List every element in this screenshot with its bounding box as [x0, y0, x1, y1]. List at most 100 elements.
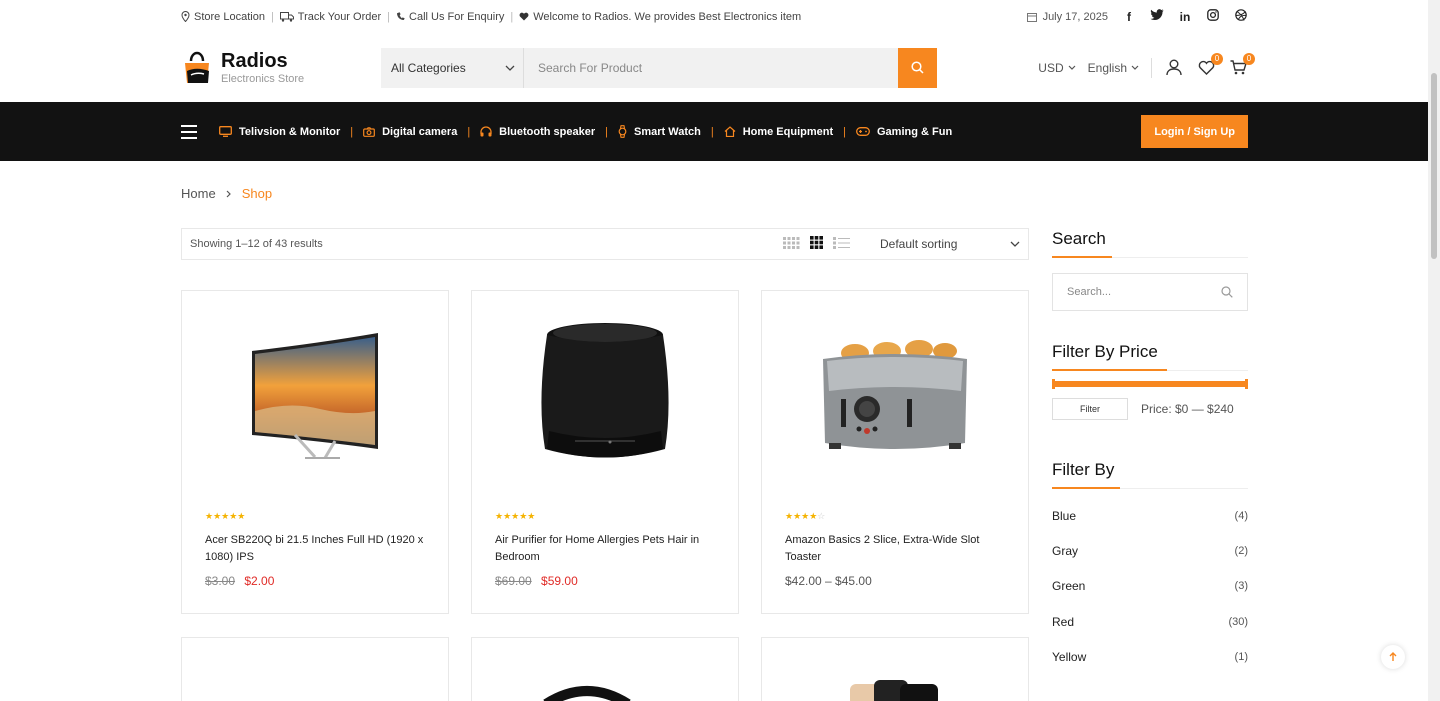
- store-location-label: Store Location: [194, 10, 265, 23]
- call-us-label: Call Us For Enquiry: [409, 10, 505, 23]
- filter-item-gray[interactable]: Gray (2): [1052, 533, 1248, 568]
- call-us-link[interactable]: Call Us For Enquiry: [396, 11, 504, 23]
- logo[interactable]: Radios Electronics Store: [181, 51, 381, 85]
- currency-value: USD: [1038, 60, 1064, 75]
- map-pin-icon: [181, 11, 190, 22]
- nav-item-label: Gaming & Fun: [877, 125, 953, 138]
- nav-item-television[interactable]: Telivsion & Monitor: [219, 126, 340, 138]
- product-title[interactable]: Amazon Basics 2 Slice, Extra-Wide Slot T…: [785, 532, 1005, 566]
- instagram-icon[interactable]: [1206, 9, 1220, 24]
- filter-item-blue[interactable]: Blue (4): [1052, 498, 1248, 533]
- sidebar-search-input[interactable]: Search...: [1052, 273, 1248, 311]
- price-range-slider[interactable]: [1052, 379, 1248, 389]
- filter-name: Green: [1052, 579, 1086, 594]
- product-search-bar: All Categories: [381, 47, 937, 88]
- heart-icon: [519, 12, 529, 21]
- product-title[interactable]: Acer SB220Q bi 21.5 Inches Full HD (1920…: [205, 532, 425, 566]
- category-select[interactable]: All Categories: [381, 47, 524, 88]
- headphones-icon: [480, 126, 492, 137]
- price-filter-title: Filter By Price: [1052, 342, 1248, 371]
- linkedin-icon[interactable]: in: [1178, 10, 1192, 24]
- language-value: English: [1087, 60, 1127, 75]
- nav-item-label: Bluetooth speaker: [499, 125, 596, 138]
- header: Radios Electronics Store All Categories …: [181, 33, 1255, 102]
- old-price: $69.00: [495, 574, 532, 588]
- nav-item-bluetooth-speaker[interactable]: Bluetooth speaker: [480, 126, 595, 138]
- account-button[interactable]: [1164, 58, 1184, 78]
- chevron-right-icon: [226, 190, 231, 197]
- product-search-input[interactable]: [524, 47, 898, 88]
- filter-item-green[interactable]: Green (3): [1052, 569, 1248, 604]
- camera-icon: [363, 126, 376, 137]
- nav-item-digital-camera[interactable]: Digital camera: [363, 126, 457, 138]
- filter-name: Blue: [1052, 508, 1077, 523]
- product-card[interactable]: ★★★★★ Air Purifier for Home Allergies Pe…: [471, 290, 739, 614]
- product-card[interactable]: [181, 637, 449, 701]
- login-signup-button[interactable]: Login / Sign Up: [1141, 115, 1248, 148]
- filter-name: Red: [1052, 614, 1075, 629]
- category-select-value: All Categories: [391, 60, 466, 75]
- logo-subtitle: Electronics Store: [221, 72, 305, 85]
- nav-item-label: Home Equipment: [742, 125, 834, 138]
- product-image-toaster[interactable]: [762, 291, 1028, 501]
- grid-3-view-icon[interactable]: [810, 236, 823, 252]
- shop-toolbar: Showing 1–12 of 43 results Default sorti…: [181, 228, 1029, 260]
- nav-item-label: Telivsion & Monitor: [239, 125, 341, 138]
- welcome-message: Welcome to Radios. We provides Best Elec…: [519, 11, 801, 23]
- list-view-icon[interactable]: [833, 236, 850, 252]
- wishlist-button[interactable]: 0: [1196, 52, 1223, 78]
- date-display: July 17, 2025: [1026, 11, 1108, 23]
- social-links: f in: [1122, 9, 1248, 24]
- filter-by-title: Filter By: [1052, 460, 1248, 489]
- rating-stars: ★★★★☆: [785, 511, 826, 521]
- store-location-link[interactable]: Store Location: [181, 11, 265, 23]
- product-card[interactable]: [471, 637, 739, 701]
- chevron-down-icon: [505, 65, 515, 71]
- nav-item-home-equipment[interactable]: Home Equipment: [724, 126, 833, 138]
- track-order-label: Track Your Order: [297, 10, 382, 23]
- divider: [1151, 57, 1152, 78]
- product-price: $42.00 – $45.00: [785, 574, 1005, 588]
- nav-item-gaming[interactable]: Gaming & Fun: [856, 126, 952, 138]
- facebook-icon[interactable]: f: [1122, 10, 1136, 24]
- dribbble-icon[interactable]: [1234, 9, 1248, 24]
- grid-4-view-icon[interactable]: [783, 236, 800, 252]
- product-card[interactable]: ★★★★☆ Amazon Basics 2 Slice, Extra-Wide …: [761, 290, 1029, 614]
- breadcrumb-current: Shop: [241, 186, 273, 201]
- filter-count: (30): [1228, 615, 1248, 628]
- chevron-down-icon: [1068, 65, 1076, 70]
- filter-button[interactable]: Filter: [1052, 398, 1128, 420]
- top-bar: Store Location | Track Your Order | Call…: [181, 0, 1248, 33]
- language-dropdown[interactable]: English: [1088, 61, 1139, 75]
- nav-item-smart-watch[interactable]: Smart Watch: [618, 125, 701, 138]
- nav-item-label: Digital camera: [382, 125, 458, 138]
- product-title[interactable]: Air Purifier for Home Allergies Pets Hai…: [495, 532, 715, 566]
- logo-bag-icon: [181, 51, 213, 85]
- scrollbar-thumb[interactable]: [1431, 73, 1437, 259]
- search-icon[interactable]: [1221, 286, 1233, 298]
- product-image-tv[interactable]: [182, 291, 448, 501]
- product-image-headphones[interactable]: [542, 684, 632, 701]
- wishlist-count-badge: 0: [1211, 52, 1223, 65]
- track-order-link[interactable]: Track Your Order: [279, 10, 382, 23]
- product-image-phones[interactable]: [848, 678, 943, 701]
- sorting-select[interactable]: Default sorting: [880, 237, 1020, 251]
- product-image-speaker[interactable]: [472, 291, 738, 501]
- product-card[interactable]: ★★★★★ Acer SB220Q bi 21.5 Inches Full HD…: [181, 290, 449, 614]
- back-to-top-button[interactable]: [1381, 645, 1405, 669]
- sidebar-search-widget: Search Search...: [1052, 229, 1248, 311]
- currency-dropdown[interactable]: USD: [1038, 60, 1076, 75]
- twitter-icon[interactable]: [1150, 9, 1164, 24]
- menu-toggle-icon[interactable]: [181, 124, 197, 139]
- search-button[interactable]: [898, 47, 937, 88]
- filter-count: (1): [1234, 650, 1248, 663]
- filter-item-yellow[interactable]: Yellow (1): [1052, 639, 1248, 674]
- page-scrollbar[interactable]: [1428, 0, 1440, 701]
- product-card[interactable]: [761, 637, 1029, 701]
- breadcrumb-home[interactable]: Home: [181, 186, 216, 201]
- user-icon: [1166, 59, 1182, 76]
- price-range: $42.00 – $45.00: [785, 574, 872, 588]
- sidebar-search-title: Search: [1052, 229, 1248, 258]
- cart-button[interactable]: 0: [1228, 52, 1255, 78]
- filter-item-red[interactable]: Red (30): [1052, 604, 1248, 639]
